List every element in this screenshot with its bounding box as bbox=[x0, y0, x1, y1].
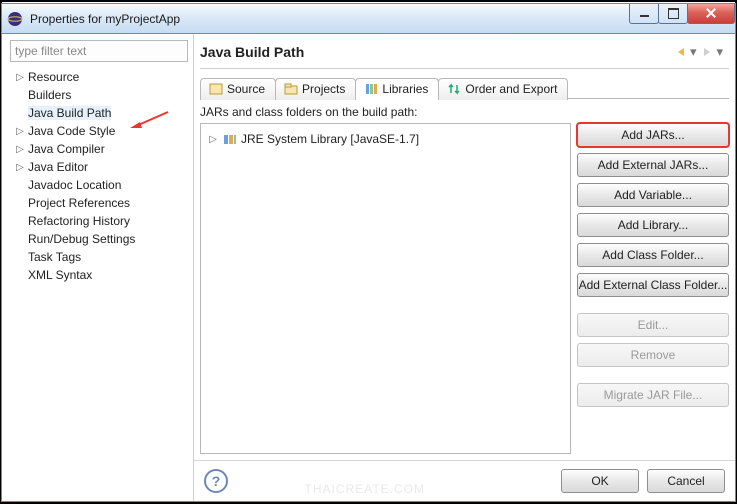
source-icon bbox=[209, 82, 223, 96]
tree-item-run-debug-settings[interactable]: Run/Debug Settings bbox=[10, 230, 189, 248]
tree-item-refactoring-history[interactable]: Refactoring History bbox=[10, 212, 189, 230]
libraries-icon bbox=[364, 82, 378, 96]
close-button[interactable] bbox=[687, 4, 735, 24]
library-item-label: JRE System Library [JavaSE-1.7] bbox=[241, 132, 419, 146]
filter-placeholder: type filter text bbox=[15, 44, 86, 58]
tab-libraries[interactable]: Libraries bbox=[355, 78, 439, 100]
order-icon bbox=[447, 82, 461, 96]
add-external-class-folder-button[interactable]: Add External Class Folder... bbox=[577, 273, 729, 297]
expand-icon[interactable]: ▷ bbox=[14, 144, 26, 155]
back-button[interactable]: ▾ bbox=[674, 44, 697, 60]
dialog-window: Properties for myProjectApp type filter … bbox=[1, 3, 736, 502]
tree-item-task-tags[interactable]: Task Tags bbox=[10, 248, 189, 266]
filter-input[interactable]: type filter text bbox=[10, 40, 188, 62]
tree-item-java-code-style[interactable]: ▷Java Code Style bbox=[10, 122, 189, 140]
page-heading: Java Build Path bbox=[200, 44, 672, 60]
expand-icon[interactable]: ▷ bbox=[207, 134, 219, 145]
expand-icon[interactable]: ▷ bbox=[14, 162, 26, 173]
minimize-button[interactable] bbox=[629, 4, 659, 24]
sub-caption: JARs and class folders on the build path… bbox=[200, 105, 729, 119]
add-external-jars-button[interactable]: Add External JARs... bbox=[577, 153, 729, 177]
add-variable-button[interactable]: Add Variable... bbox=[577, 183, 729, 207]
tree-item-resource[interactable]: ▷Resource bbox=[10, 68, 189, 86]
eclipse-icon bbox=[6, 10, 24, 28]
ok-button[interactable]: OK bbox=[561, 469, 639, 493]
library-item-jre[interactable]: ▷ JRE System Library [JavaSE-1.7] bbox=[207, 130, 564, 148]
tree-item-project-references[interactable]: Project References bbox=[10, 194, 189, 212]
remove-button: Remove bbox=[577, 343, 729, 367]
maximize-button[interactable] bbox=[658, 4, 688, 24]
tree-item-java-build-path[interactable]: Java Build Path bbox=[10, 104, 189, 122]
category-tree-pane: type filter text ▷Resource Builders Java… bbox=[2, 34, 194, 501]
category-tree: ▷Resource Builders Java Build Path ▷Java… bbox=[10, 68, 189, 284]
tree-item-builders[interactable]: Builders bbox=[10, 86, 189, 104]
library-buttons: Add JARs... Add External JARs... Add Var… bbox=[577, 123, 729, 454]
dialog-footer: ? OK Cancel bbox=[194, 460, 735, 501]
forward-button[interactable]: ▾ bbox=[700, 44, 723, 60]
page-panel: Java Build Path ▾ ▾ Source Projects Libr… bbox=[194, 34, 735, 501]
tree-item-java-editor[interactable]: ▷Java Editor bbox=[10, 158, 189, 176]
add-library-button[interactable]: Add Library... bbox=[577, 213, 729, 237]
tree-item-java-compiler[interactable]: ▷Java Compiler bbox=[10, 140, 189, 158]
window-title: Properties for myProjectApp bbox=[30, 12, 630, 26]
migrate-jar-button: Migrate JAR File... bbox=[577, 383, 729, 407]
tab-order-export[interactable]: Order and Export bbox=[438, 78, 568, 100]
tab-bar: Source Projects Libraries Order and Expo… bbox=[200, 75, 729, 99]
tree-item-javadoc-location[interactable]: Javadoc Location bbox=[10, 176, 189, 194]
cancel-button[interactable]: Cancel bbox=[647, 469, 725, 493]
edit-button: Edit... bbox=[577, 313, 729, 337]
expand-icon[interactable]: ▷ bbox=[14, 126, 26, 137]
add-class-folder-button[interactable]: Add Class Folder... bbox=[577, 243, 729, 267]
library-icon bbox=[223, 132, 237, 146]
add-jars-button[interactable]: Add JARs... bbox=[577, 123, 729, 147]
title-bar: Properties for myProjectApp bbox=[2, 4, 735, 34]
help-button[interactable]: ? bbox=[204, 469, 228, 493]
tab-source[interactable]: Source bbox=[200, 78, 276, 100]
projects-icon bbox=[284, 82, 298, 96]
expand-icon[interactable]: ▷ bbox=[14, 72, 26, 83]
libraries-list[interactable]: ▷ JRE System Library [JavaSE-1.7] bbox=[200, 123, 571, 454]
tree-item-xml-syntax[interactable]: XML Syntax bbox=[10, 266, 189, 284]
tab-projects[interactable]: Projects bbox=[275, 78, 356, 100]
